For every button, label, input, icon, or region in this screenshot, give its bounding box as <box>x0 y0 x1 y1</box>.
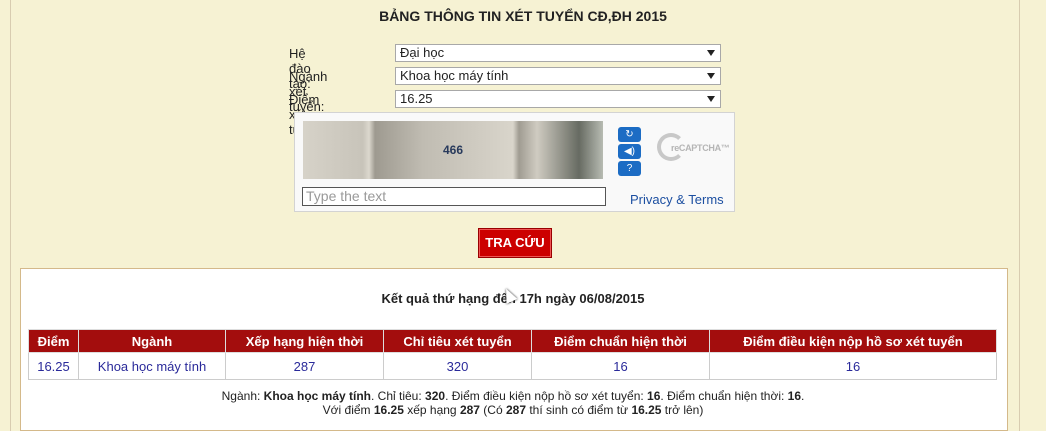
cell-xep-hang: 287 <box>225 352 384 380</box>
cell-nganh: Khoa học máy tính <box>78 352 226 380</box>
summary-value: 16.25 <box>373 403 404 417</box>
summary-text: . Điểm điều kiện nộp hồ sơ xét tuyển: <box>445 389 648 403</box>
summary-text: (Có <box>479 403 506 417</box>
privacy-terms-link[interactable]: Privacy & Terms <box>630 192 724 207</box>
header-diem: Điểm <box>28 329 79 353</box>
captcha-input[interactable]: Type the text <box>302 187 606 206</box>
help-icon[interactable]: ? <box>618 161 641 176</box>
refresh-icon[interactable]: ↻ <box>618 127 641 142</box>
summary-text: thí sinh có điểm từ <box>526 403 632 417</box>
result-table: Điểm Ngành Xếp hạng hiện thời Chỉ tiêu x… <box>28 329 997 380</box>
summary-value: 16 <box>787 389 802 403</box>
chevron-down-icon <box>707 50 715 56</box>
header-chi-tieu: Chỉ tiêu xét tuyển <box>383 329 532 353</box>
summary-value: 320 <box>425 389 446 403</box>
recaptcha-widget: 466 ↻ ◀) ? reCAPTCHA™ Type the text Priv… <box>294 112 735 212</box>
summary-value: 16 <box>647 389 661 403</box>
table-header-row: Điểm Ngành Xếp hạng hiện thời Chỉ tiêu x… <box>28 329 997 353</box>
chevron-down-icon <box>707 96 715 102</box>
recaptcha-logo: reCAPTCHA™ <box>655 131 733 167</box>
summary-value: 287 <box>459 403 480 417</box>
table-row: 16.25 Khoa học máy tính 287 320 16 16 <box>28 352 997 380</box>
summary-text: trở lên) <box>661 403 704 417</box>
summary-line-1: Ngành: Khoa học máy tính. Chỉ tiêu: 320.… <box>0 389 1026 403</box>
header-xep-hang: Xếp hạng hiện thời <box>225 329 384 353</box>
recaptcha-logo-text: reCAPTCHA™ <box>671 143 730 153</box>
cell-diem: 16.25 <box>28 352 79 380</box>
summary-text: . <box>801 389 805 403</box>
result-summary: Ngành: Khoa học máy tính. Chỉ tiêu: 320.… <box>0 389 1026 417</box>
summary-value: Khoa học máy tính <box>263 389 371 403</box>
summary-value: 16.25 <box>631 403 662 417</box>
chevron-down-icon <box>707 73 715 79</box>
cell-chi-tieu: 320 <box>383 352 532 380</box>
summary-text: . Điểm chuẩn hiện thời: <box>660 389 788 403</box>
cell-diem-chuan: 16 <box>531 352 710 380</box>
nganh-value: Khoa học máy tính <box>400 68 509 83</box>
summary-text: Với điểm <box>322 403 374 417</box>
nganh-select[interactable]: Khoa học máy tính <box>395 67 721 85</box>
captcha-image: 466 <box>303 121 603 179</box>
summary-text: . Chỉ tiêu: <box>371 389 426 403</box>
audio-icon[interactable]: ◀) <box>618 144 641 159</box>
he-dao-tao-value: Đại học <box>400 45 445 60</box>
header-diem-dieu-kien: Điểm điều kiện nộp hồ sơ xét tuyển <box>709 329 997 353</box>
summary-value: 287 <box>505 403 527 417</box>
header-diem-chuan: Điểm chuẩn hiện thời <box>531 329 710 353</box>
header-nganh: Ngành <box>78 329 226 353</box>
he-dao-tao-select[interactable]: Đại học <box>395 44 721 62</box>
search-button[interactable]: TRA CỨU <box>478 228 552 258</box>
captcha-image-text: 466 <box>443 143 464 157</box>
summary-line-2: Với điểm 16.25 xếp hạng 287 (Có 287 thí … <box>0 403 1026 417</box>
diem-select[interactable]: 16.25 <box>395 90 721 108</box>
cell-diem-dieu-kien: 16 <box>709 352 997 380</box>
summary-text: Ngành: <box>221 389 264 403</box>
diem-value: 16.25 <box>400 91 433 106</box>
summary-text: xếp hạng <box>403 403 460 417</box>
page-title: BẢNG THÔNG TIN XÉT TUYỂN CĐ,ĐH 2015 <box>379 8 667 24</box>
